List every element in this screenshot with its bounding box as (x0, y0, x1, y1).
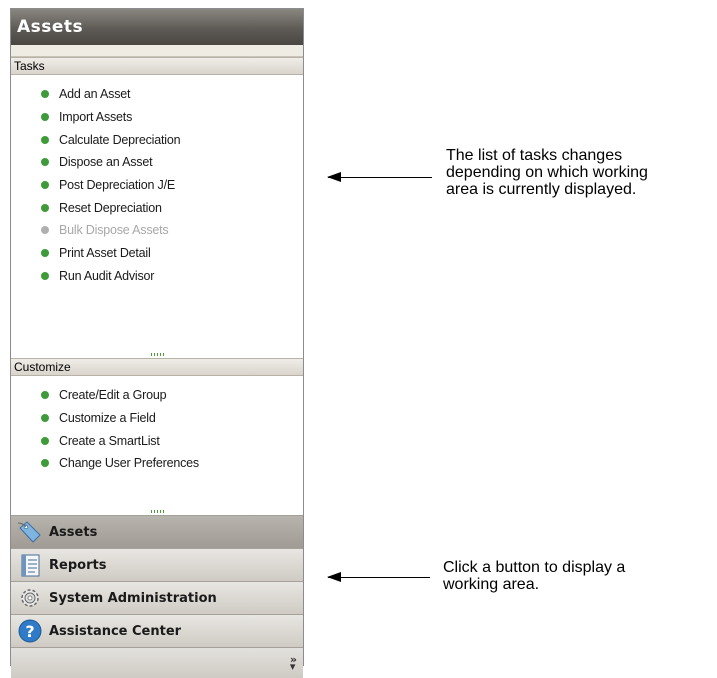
tasks-section-header[interactable]: Tasks (11, 57, 303, 75)
tasks-callout-arrow (327, 172, 432, 182)
navigation-pane: Assets Tasks Add an Asset Import Assets … (10, 8, 304, 678)
task-label: Reset Depreciation (59, 200, 162, 215)
bullet-icon (41, 135, 49, 144)
svg-text:?: ? (25, 622, 34, 641)
bullet-icon (41, 271, 49, 280)
customize-label: Change User Preferences (59, 456, 199, 471)
task-bulk-dispose-assets: Bulk Dispose Assets (41, 219, 303, 242)
customize-list: Create/Edit a Group Customize a Field Cr… (11, 376, 303, 475)
nav-button-label: Assistance Center (49, 623, 182, 639)
task-import-assets[interactable]: Import Assets (41, 106, 303, 129)
task-label: Print Asset Detail (59, 246, 151, 261)
customize-label: Create a SmartList (59, 433, 160, 448)
chevron-double-down-icon[interactable]: » ▾ (290, 654, 297, 672)
callout-line: The list of tasks changes (446, 147, 623, 164)
bullet-icon (41, 181, 49, 190)
title-divider (11, 45, 303, 57)
tasks-list: Add an Asset Import Assets Calculate Dep… (11, 75, 303, 287)
task-label: Run Audit Advisor (59, 268, 155, 283)
bullet-icon (41, 436, 49, 445)
task-label: Post Depreciation J/E (59, 178, 175, 193)
nav-button-assistance-center[interactable]: ? Assistance Center (11, 614, 303, 647)
callout-line: depending on which working (446, 164, 648, 181)
customize-field[interactable]: Customize a Field (41, 407, 303, 430)
callout-line: Click a button to display a (443, 559, 626, 576)
gear-icon (17, 585, 43, 611)
nav-pane-footer: » ▾ (11, 647, 303, 678)
task-label: Dispose an Asset (59, 155, 153, 170)
nav-button-assets[interactable]: Assets (11, 515, 303, 548)
bullet-icon (41, 459, 49, 468)
pane-title: Assets (17, 17, 84, 37)
task-dispose-asset[interactable]: Dispose an Asset (41, 151, 303, 174)
bullet-icon (41, 158, 49, 167)
task-add-asset[interactable]: Add an Asset (41, 83, 303, 106)
customize-create-edit-group[interactable]: Create/Edit a Group (41, 384, 303, 407)
customize-user-preferences[interactable]: Change User Preferences (41, 452, 303, 475)
task-run-audit-advisor[interactable]: Run Audit Advisor (41, 265, 303, 288)
tasks-callout-text: The list of tasks changes depending on w… (446, 147, 648, 198)
customize-label: Create/Edit a Group (59, 388, 167, 403)
task-label: Import Assets (59, 110, 133, 125)
bullet-icon (41, 90, 49, 99)
nav-button-reports[interactable]: Reports (11, 548, 303, 581)
nav-button-label: Assets (49, 524, 98, 540)
task-post-depreciation-je[interactable]: Post Depreciation J/E (41, 174, 303, 197)
task-reset-depreciation[interactable]: Reset Depreciation (41, 196, 303, 219)
pane-title-bar: Assets (11, 9, 303, 45)
callout-line: working area. (443, 576, 540, 593)
bullet-icon (41, 203, 49, 212)
buttons-callout-arrow (327, 572, 430, 582)
bullet-icon (41, 414, 49, 423)
nav-button-label: Reports (49, 557, 107, 573)
bullet-icon (41, 249, 49, 258)
task-label: Bulk Dispose Assets (59, 223, 169, 238)
task-calculate-depreciation[interactable]: Calculate Depreciation (41, 128, 303, 151)
callout-line: area is currently displayed. (446, 181, 637, 198)
bullet-icon (41, 226, 49, 235)
task-print-asset-detail[interactable]: Print Asset Detail (41, 242, 303, 265)
customize-resize-grip[interactable] (151, 510, 165, 513)
nav-button-system-administration[interactable]: System Administration (11, 581, 303, 614)
customize-section: Create/Edit a Group Customize a Field Cr… (11, 376, 303, 515)
bullet-icon (41, 113, 49, 122)
nav-button-label: System Administration (49, 590, 217, 606)
reports-icon (17, 552, 43, 578)
tasks-resize-grip[interactable] (151, 353, 165, 356)
task-label: Add an Asset (59, 87, 131, 102)
assets-tag-icon (17, 519, 43, 545)
tasks-section: Add an Asset Import Assets Calculate Dep… (11, 75, 303, 358)
buttons-callout-text: Click a button to display a working area… (443, 559, 625, 593)
customize-section-header[interactable]: Customize (11, 358, 303, 376)
customize-label: Customize a Field (59, 411, 156, 426)
task-label: Calculate Depreciation (59, 132, 181, 147)
customize-create-smartlist[interactable]: Create a SmartList (41, 429, 303, 452)
bullet-icon (41, 391, 49, 400)
help-icon: ? (17, 618, 43, 644)
